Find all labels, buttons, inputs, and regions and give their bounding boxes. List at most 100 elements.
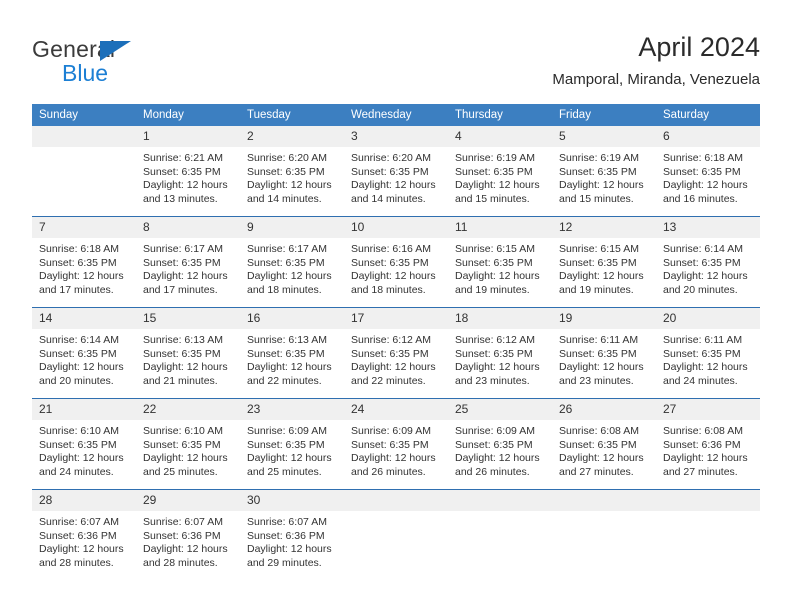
day-details: Sunrise: 6:20 AM Sunset: 6:35 PM Daylight:… bbox=[240, 147, 344, 206]
daylight-duration-line2: and 17 minutes. bbox=[143, 283, 218, 296]
calendar-cell bbox=[656, 489, 760, 580]
sunrise-time: Sunrise: 6:20 AM bbox=[351, 152, 431, 164]
day-cell[interactable]: 8 Sunrise: 6:17 AM Sunset: 6:35 PM Daylight… bbox=[136, 217, 240, 307]
day-details: Sunrise: 6:18 AM Sunset: 6:35 PM Daylight:… bbox=[32, 238, 136, 297]
day-number bbox=[32, 126, 136, 147]
day-cell[interactable]: 24 Sunrise: 6:09 AM Sunset: 6:35 PM Dayligh… bbox=[344, 399, 448, 489]
day-cell[interactable]: 4 Sunrise: 6:19 AM Sunset: 6:35 PM Daylight… bbox=[448, 126, 552, 216]
sunrise-time: Sunrise: 6:08 AM bbox=[559, 425, 639, 437]
day-number: 28 bbox=[32, 490, 136, 511]
day-details: Sunrise: 6:17 AM Sunset: 6:35 PM Daylight:… bbox=[136, 238, 240, 297]
daylight-duration-line2: and 29 minutes. bbox=[247, 556, 322, 569]
location-subtitle: Mamporal, Miranda, Venezuela bbox=[552, 71, 760, 88]
day-cell[interactable]: 3 Sunrise: 6:20 AM Sunset: 6:35 PM Daylight… bbox=[344, 126, 448, 216]
sunrise-time: Sunrise: 6:10 AM bbox=[39, 425, 119, 437]
sunset-time: Sunset: 6:35 PM bbox=[455, 256, 533, 269]
daylight-duration-line2: and 13 minutes. bbox=[143, 192, 218, 205]
weekday-header-thursday: Thursday bbox=[448, 104, 552, 126]
day-cell[interactable]: 5 Sunrise: 6:19 AM Sunset: 6:35 PM Daylight… bbox=[552, 126, 656, 216]
calendar-cell: 11 Sunrise: 6:15 AM Sunset: 6:35 PM Dayligh… bbox=[448, 216, 552, 308]
day-cell[interactable]: 15 Sunrise: 6:13 AM Sunset: 6:35 PM Dayligh… bbox=[136, 308, 240, 398]
day-cell[interactable]: 27 Sunrise: 6:08 AM Sunset: 6:36 PM Dayligh… bbox=[656, 399, 760, 489]
day-cell[interactable]: 17 Sunrise: 6:12 AM Sunset: 6:35 PM Dayligh… bbox=[344, 308, 448, 398]
sunrise-time: Sunrise: 6:12 AM bbox=[455, 334, 535, 346]
day-details: Sunrise: 6:11 AM Sunset: 6:35 PM Daylight:… bbox=[656, 329, 760, 388]
day-cell[interactable]: 16 Sunrise: 6:13 AM Sunset: 6:35 PM Dayligh… bbox=[240, 308, 344, 398]
calendar-cell bbox=[344, 489, 448, 580]
daylight-duration-line2: and 25 minutes. bbox=[143, 465, 218, 478]
daylight-duration-line2: and 16 minutes. bbox=[663, 192, 738, 205]
daylight-duration-line2: and 19 minutes. bbox=[559, 283, 634, 296]
day-number: 27 bbox=[656, 399, 760, 420]
day-cell[interactable]: 23 Sunrise: 6:09 AM Sunset: 6:35 PM Dayligh… bbox=[240, 399, 344, 489]
day-cell[interactable]: 7 Sunrise: 6:18 AM Sunset: 6:35 PM Daylight… bbox=[32, 217, 136, 307]
day-details: Sunrise: 6:19 AM Sunset: 6:35 PM Daylight:… bbox=[552, 147, 656, 206]
weekday-header-monday: Monday bbox=[136, 104, 240, 126]
day-cell[interactable]: 29 Sunrise: 6:07 AM Sunset: 6:36 PM Dayligh… bbox=[136, 490, 240, 580]
calendar-week-row: 21 Sunrise: 6:10 AM Sunset: 6:35 PM Dayligh… bbox=[32, 398, 760, 490]
sunrise-time: Sunrise: 6:16 AM bbox=[351, 243, 431, 255]
weekday-header-friday: Friday bbox=[552, 104, 656, 126]
sunset-time: Sunset: 6:35 PM bbox=[663, 347, 741, 360]
sunset-time: Sunset: 6:35 PM bbox=[143, 438, 221, 451]
day-cell[interactable]: 28 Sunrise: 6:07 AM Sunset: 6:36 PM Dayligh… bbox=[32, 490, 136, 580]
day-cell[interactable]: 30 Sunrise: 6:07 AM Sunset: 6:36 PM Dayligh… bbox=[240, 490, 344, 580]
day-cell[interactable]: 19 Sunrise: 6:11 AM Sunset: 6:35 PM Dayligh… bbox=[552, 308, 656, 398]
day-cell[interactable]: 21 Sunrise: 6:10 AM Sunset: 6:35 PM Dayligh… bbox=[32, 399, 136, 489]
day-cell[interactable]: 25 Sunrise: 6:09 AM Sunset: 6:35 PM Dayligh… bbox=[448, 399, 552, 489]
day-number: 12 bbox=[552, 217, 656, 238]
day-details: Sunrise: 6:12 AM Sunset: 6:35 PM Daylight:… bbox=[448, 329, 552, 388]
sunset-time: Sunset: 6:35 PM bbox=[351, 165, 429, 178]
sunset-time: Sunset: 6:35 PM bbox=[247, 165, 325, 178]
sunrise-time: Sunrise: 6:09 AM bbox=[247, 425, 327, 437]
calendar-cell: 24 Sunrise: 6:09 AM Sunset: 6:35 PM Dayligh… bbox=[344, 398, 448, 490]
daylight-duration-line2: and 15 minutes. bbox=[455, 192, 530, 205]
day-number: 25 bbox=[448, 399, 552, 420]
day-cell[interactable]: 6 Sunrise: 6:18 AM Sunset: 6:35 PM Daylight… bbox=[656, 126, 760, 216]
daylight-duration-line2: and 20 minutes. bbox=[663, 283, 738, 296]
sunrise-time: Sunrise: 6:13 AM bbox=[247, 334, 327, 346]
daylight-duration-line1: Daylight: 12 hours bbox=[39, 361, 124, 373]
calendar-cell: 9 Sunrise: 6:17 AM Sunset: 6:35 PM Daylight… bbox=[240, 216, 344, 308]
daylight-duration-line2: and 22 minutes. bbox=[247, 374, 322, 387]
sunset-time: Sunset: 6:35 PM bbox=[351, 347, 429, 360]
day-cell-empty bbox=[32, 126, 136, 216]
calendar-header-row: Sunday Monday Tuesday Wednesday Thursday… bbox=[32, 104, 760, 126]
sunset-time: Sunset: 6:35 PM bbox=[663, 165, 741, 178]
daylight-duration-line1: Daylight: 12 hours bbox=[143, 270, 228, 282]
sunrise-time: Sunrise: 6:10 AM bbox=[143, 425, 223, 437]
calendar-cell bbox=[552, 489, 656, 580]
day-details: Sunrise: 6:08 AM Sunset: 6:36 PM Daylight:… bbox=[656, 420, 760, 479]
day-number: 20 bbox=[656, 308, 760, 329]
day-cell[interactable]: 12 Sunrise: 6:15 AM Sunset: 6:35 PM Dayligh… bbox=[552, 217, 656, 307]
day-details: Sunrise: 6:10 AM Sunset: 6:35 PM Daylight:… bbox=[136, 420, 240, 479]
day-cell[interactable]: 26 Sunrise: 6:08 AM Sunset: 6:35 PM Dayligh… bbox=[552, 399, 656, 489]
day-cell[interactable]: 11 Sunrise: 6:15 AM Sunset: 6:35 PM Dayligh… bbox=[448, 217, 552, 307]
general-blue-logo[interactable]: General Blue bbox=[32, 36, 232, 88]
calendar-cell: 15 Sunrise: 6:13 AM Sunset: 6:35 PM Dayligh… bbox=[136, 307, 240, 399]
day-number: 15 bbox=[136, 308, 240, 329]
sunset-time: Sunset: 6:35 PM bbox=[559, 165, 637, 178]
calendar-week-row: 14 Sunrise: 6:14 AM Sunset: 6:35 PM Dayligh… bbox=[32, 307, 760, 399]
day-cell[interactable]: 13 Sunrise: 6:14 AM Sunset: 6:35 PM Dayligh… bbox=[656, 217, 760, 307]
day-cell[interactable]: 2 Sunrise: 6:20 AM Sunset: 6:35 PM Daylight… bbox=[240, 126, 344, 216]
daylight-duration-line1: Daylight: 12 hours bbox=[559, 270, 644, 282]
daylight-duration-line2: and 18 minutes. bbox=[351, 283, 426, 296]
daylight-duration-line1: Daylight: 12 hours bbox=[247, 179, 332, 191]
day-cell[interactable]: 20 Sunrise: 6:11 AM Sunset: 6:35 PM Dayligh… bbox=[656, 308, 760, 398]
weekday-header-sunday: Sunday bbox=[32, 104, 136, 126]
calendar-cell: 3 Sunrise: 6:20 AM Sunset: 6:35 PM Daylight… bbox=[344, 126, 448, 217]
day-cell[interactable]: 1 Sunrise: 6:21 AM Sunset: 6:35 PM Daylight… bbox=[136, 126, 240, 216]
sunset-time: Sunset: 6:35 PM bbox=[351, 438, 429, 451]
day-details: Sunrise: 6:09 AM Sunset: 6:35 PM Daylight:… bbox=[240, 420, 344, 479]
daylight-duration-line1: Daylight: 12 hours bbox=[39, 543, 124, 555]
day-cell[interactable]: 18 Sunrise: 6:12 AM Sunset: 6:35 PM Dayligh… bbox=[448, 308, 552, 398]
day-cell[interactable]: 14 Sunrise: 6:14 AM Sunset: 6:35 PM Dayligh… bbox=[32, 308, 136, 398]
day-cell[interactable]: 9 Sunrise: 6:17 AM Sunset: 6:35 PM Daylight… bbox=[240, 217, 344, 307]
day-cell[interactable]: 22 Sunrise: 6:10 AM Sunset: 6:35 PM Dayligh… bbox=[136, 399, 240, 489]
sunset-time: Sunset: 6:36 PM bbox=[663, 438, 741, 451]
day-details: Sunrise: 6:15 AM Sunset: 6:35 PM Daylight:… bbox=[552, 238, 656, 297]
day-cell[interactable]: 10 Sunrise: 6:16 AM Sunset: 6:35 PM Dayligh… bbox=[344, 217, 448, 307]
title-block: April 2024 Mamporal, Miranda, Venezuela bbox=[552, 30, 760, 91]
sunset-time: Sunset: 6:35 PM bbox=[455, 165, 533, 178]
